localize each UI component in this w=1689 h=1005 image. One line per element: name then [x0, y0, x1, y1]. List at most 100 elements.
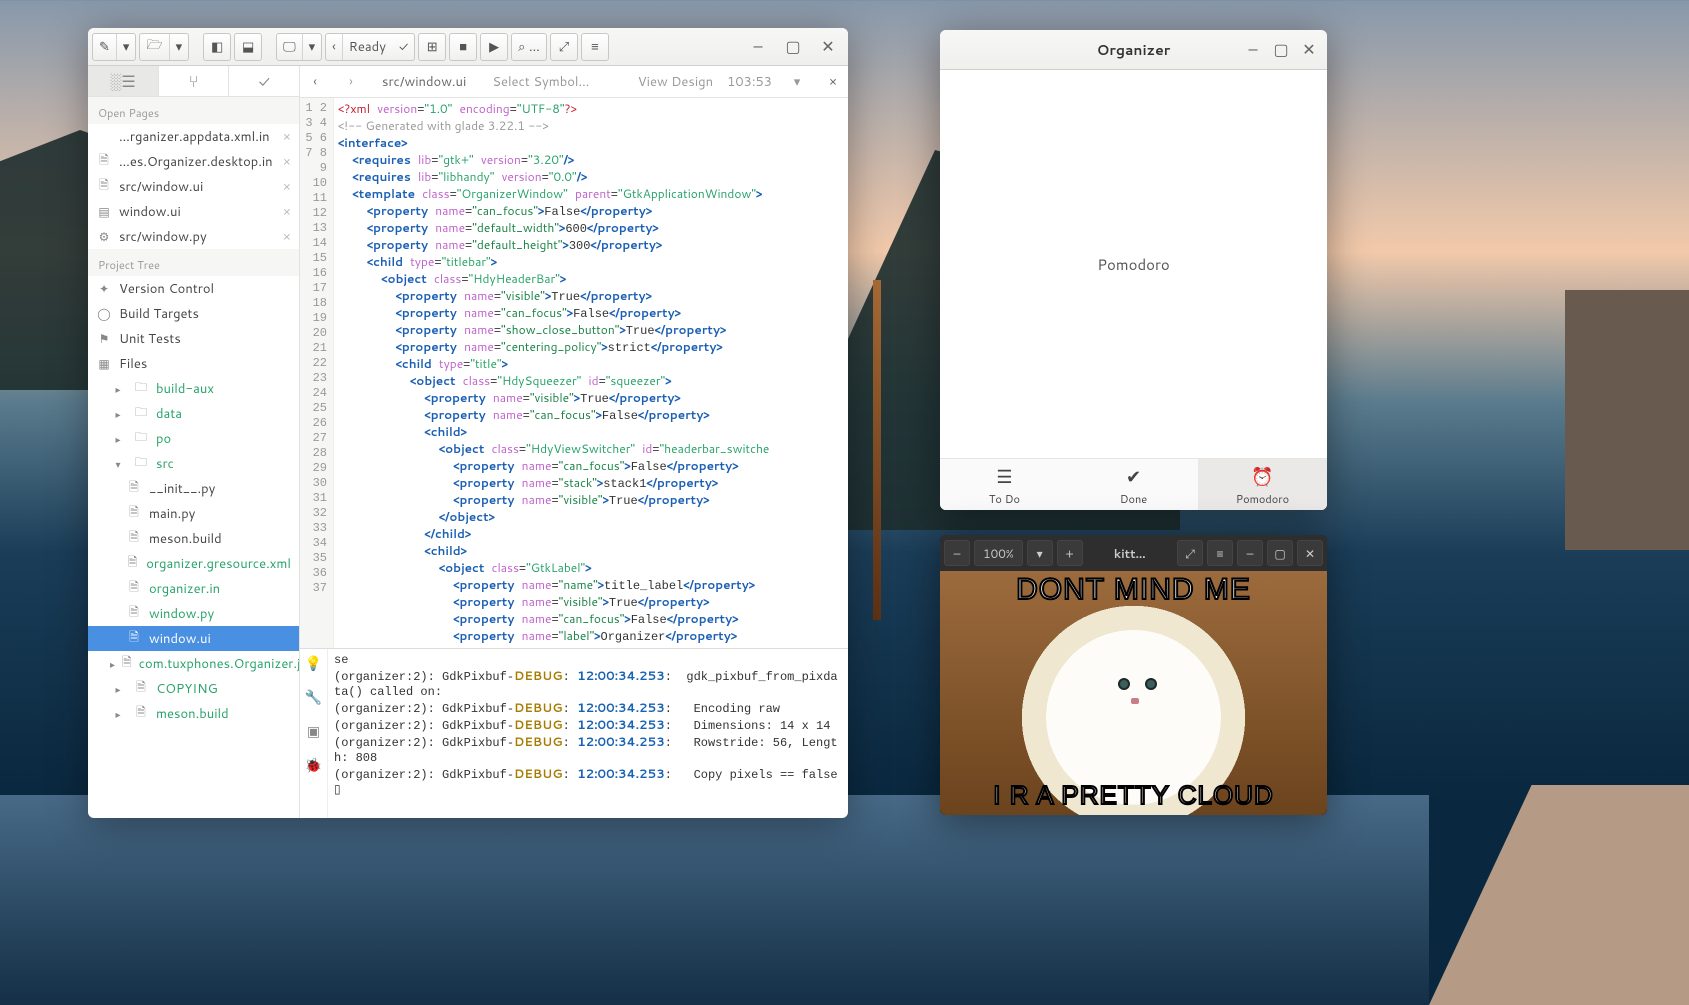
- tab-menu-button[interactable]: ▾: [786, 73, 808, 91]
- maximize-button[interactable]: ▢: [777, 33, 809, 61]
- file-item[interactable]: 🗎COPYING: [88, 676, 299, 701]
- panel-bottom-icon: ⬓: [242, 38, 254, 56]
- code-editor[interactable]: <?xml version="1.0" encoding="UTF-8"?> <…: [334, 98, 848, 648]
- fullscreen-button[interactable]: ⤢: [1177, 540, 1203, 566]
- ide-toolbar: ✎▾ 🗁▾ ◧ ⬓ 🖵▾ ‹ Ready ✓ ⊞ ■ ▶ ⌕ … ⤢ ≡ – ▢…: [88, 28, 848, 66]
- meme-caption-bottom: I R A PRETTY CLOUD: [940, 780, 1327, 811]
- search-button[interactable]: ⌕ …: [511, 33, 547, 61]
- new-split-button[interactable]: ✎▾: [92, 33, 136, 61]
- folder[interactable]: 🗀data: [88, 401, 299, 426]
- file-item[interactable]: 🗎window.py: [88, 601, 299, 626]
- device-split-button[interactable]: 🖵▾: [276, 33, 322, 61]
- minimize-button[interactable]: –: [1239, 36, 1267, 64]
- project-section[interactable]: ✦Version Control: [88, 276, 299, 301]
- wrench-icon[interactable]: 🔧: [305, 687, 322, 707]
- check-icon: ✓: [393, 34, 414, 60]
- image-viewer-canvas[interactable]: DONT MIND ME I R A PRETTY CLOUD: [940, 571, 1327, 815]
- log-panel-icons: 💡 🔧 ▣ 🐞: [300, 649, 328, 818]
- folder-src[interactable]: 🗀src: [88, 451, 299, 476]
- stop-button[interactable]: ■: [449, 33, 477, 61]
- file-item[interactable]: 🗎meson.build: [88, 526, 299, 551]
- minimize-button[interactable]: –: [1237, 540, 1263, 566]
- file-item[interactable]: 🗎main.py: [88, 501, 299, 526]
- zoom-out-button[interactable]: –: [944, 540, 970, 566]
- terminal-icon[interactable]: ▣: [307, 721, 320, 741]
- todo-view-tab[interactable]: ✓: [229, 66, 299, 96]
- menu-button[interactable]: ≡: [1207, 540, 1233, 566]
- chevron-down-icon: ▾: [303, 34, 322, 60]
- files-root[interactable]: ▦Files: [88, 351, 299, 376]
- image-viewer-title: kitt…: [1087, 545, 1173, 562]
- build-status-button[interactable]: ‹ Ready ✓: [325, 33, 415, 61]
- maximize-button[interactable]: ▢: [1267, 36, 1295, 64]
- view-design-button[interactable]: View Design: [638, 73, 713, 91]
- chevron-down-icon: ▾: [117, 34, 136, 60]
- file-path-label[interactable]: src/window.ui: [376, 73, 472, 91]
- log-output[interactable]: se (organizer:2): GdkPixbuf-DEBUG: 12:00…: [328, 649, 848, 818]
- chevron-down-icon: ▾: [170, 34, 189, 60]
- organizer-title: Organizer: [1097, 40, 1171, 60]
- open-icon: 🗁: [140, 34, 169, 60]
- tab-close-button[interactable]: ×: [822, 73, 844, 91]
- build-button[interactable]: ⊞: [418, 33, 446, 61]
- fullscreen-button[interactable]: ⤢: [550, 33, 578, 61]
- vcs-view-tab[interactable]: ⑂: [159, 66, 230, 96]
- zoom-in-button[interactable]: +: [1057, 540, 1083, 566]
- file-item[interactable]: 🗎com.tuxphones.Organizer.js: [88, 651, 299, 676]
- file-item[interactable]: 🗎__init__.py: [88, 476, 299, 501]
- nav-back-button[interactable]: ‹: [304, 73, 326, 91]
- panel-bottom-toggle[interactable]: ⬓: [234, 33, 262, 61]
- file-item[interactable]: 🗎organizer.in: [88, 576, 299, 601]
- search-icon: ⌕ …: [518, 38, 540, 56]
- run-button[interactable]: ▶: [480, 33, 508, 61]
- zoom-menu-button[interactable]: ▾: [1027, 540, 1053, 566]
- close-button[interactable]: ✕: [812, 33, 844, 61]
- folder[interactable]: 🗀po: [88, 426, 299, 451]
- zoom-level[interactable]: 100%: [974, 540, 1023, 566]
- file-item[interactable]: 🗎meson.build: [88, 701, 299, 726]
- panel-left-toggle[interactable]: ◧: [203, 33, 231, 61]
- project-tree-header: Project Tree: [88, 249, 299, 276]
- symbol-selector[interactable]: Select Symbol…: [486, 73, 595, 91]
- project-section[interactable]: ⚑Unit Tests: [88, 326, 299, 351]
- builder-ide-window: ✎▾ 🗁▾ ◧ ⬓ 🖵▾ ‹ Ready ✓ ⊞ ■ ▶ ⌕ … ⤢ ≡ – ▢…: [88, 28, 848, 818]
- hamburger-icon: ≡: [591, 38, 599, 56]
- open-page-item[interactable]: 🗎…es.Organizer.desktop.in×: [88, 149, 299, 174]
- sidebar-view-switcher: ░☰ ⑂ ✓: [88, 66, 299, 97]
- switcher-to-do[interactable]: ☰To Do: [940, 459, 1069, 510]
- nav-forward-button[interactable]: ›: [340, 73, 362, 91]
- open-page-item[interactable]: ▤window.ui×: [88, 199, 299, 224]
- panel-left-icon: ◧: [211, 38, 223, 56]
- open-page-item[interactable]: 🗎src/window.ui×: [88, 174, 299, 199]
- chevron-left-icon: ‹: [326, 34, 343, 60]
- minimize-button[interactable]: –: [742, 33, 774, 61]
- close-button[interactable]: ✕: [1297, 540, 1323, 566]
- file-item[interactable]: 🗎window.ui: [88, 626, 299, 651]
- play-icon: ▶: [489, 38, 499, 56]
- menu-button[interactable]: ≡: [581, 33, 609, 61]
- editor-tabbar: ‹ › src/window.ui Select Symbol… View De…: [300, 66, 848, 98]
- open-page-item[interactable]: ⚙src/window.py×: [88, 224, 299, 249]
- image-viewer-window: – 100% ▾ + kitt… ⤢ ≡ – ▢ ✕ DONT MIND ME …: [940, 535, 1327, 815]
- pencil-icon: ✎: [93, 34, 117, 60]
- image-viewer-headerbar: – 100% ▾ + kitt… ⤢ ≡ – ▢ ✕: [940, 535, 1327, 571]
- tree-view-tab[interactable]: ░☰: [88, 66, 159, 96]
- open-page-item[interactable]: …rganizer.appdata.xml.in×: [88, 124, 299, 149]
- editor-area: ‹ › src/window.ui Select Symbol… View De…: [300, 66, 848, 818]
- brick-icon: ⊞: [427, 38, 438, 56]
- maximize-button[interactable]: ▢: [1267, 540, 1293, 566]
- switcher-pomodoro[interactable]: ⏰Pomodoro: [1198, 459, 1327, 510]
- open-split-button[interactable]: 🗁▾: [139, 33, 189, 61]
- project-section[interactable]: ◯Build Targets: [88, 301, 299, 326]
- debug-icon[interactable]: 🐞: [305, 755, 322, 775]
- bulb-icon[interactable]: 💡: [305, 653, 322, 673]
- organizer-headerbar: Organizer – ▢ ✕: [940, 30, 1327, 70]
- folder[interactable]: 🗀build-aux: [88, 376, 299, 401]
- expand-icon: ⤢: [559, 38, 569, 56]
- stop-icon: ■: [459, 38, 467, 56]
- close-button[interactable]: ✕: [1295, 36, 1323, 64]
- switcher-done[interactable]: ✔Done: [1069, 459, 1198, 510]
- organizer-view-switcher: ☰To Do✔Done⏰Pomodoro: [940, 458, 1327, 510]
- file-item[interactable]: 🗎organizer.gresource.xml: [88, 551, 299, 576]
- organizer-content: Pomodoro: [940, 70, 1327, 458]
